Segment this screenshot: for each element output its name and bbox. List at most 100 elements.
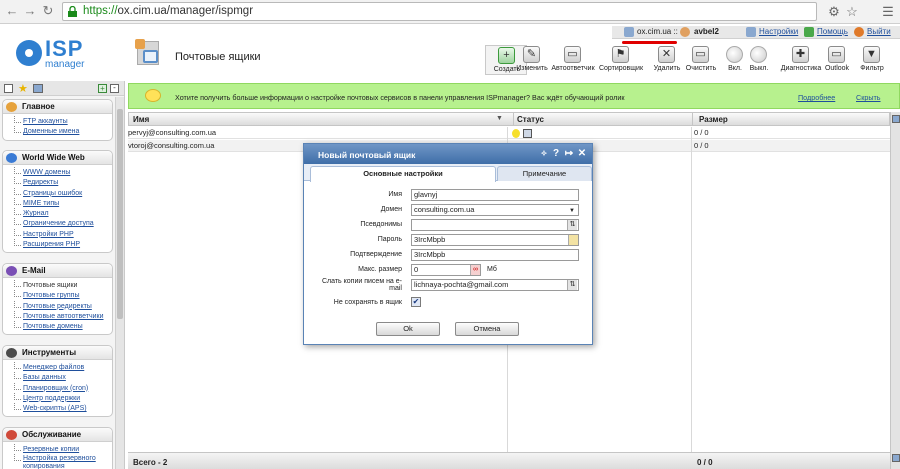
nosave-checkbox[interactable]: ✔ <box>411 297 421 307</box>
column-header-status[interactable]: Статус <box>517 115 544 124</box>
form-row-copy: Слать копии писем на e-mail lichnaya-poc… <box>304 278 592 295</box>
sidebar-group-tools: Инструменты Менеджер файлов Базы данных … <box>2 345 113 418</box>
expand-all-icon[interactable]: + <box>98 84 107 93</box>
settings-link[interactable]: Настройки <box>759 27 798 36</box>
document-icon <box>523 129 532 138</box>
folder-icon[interactable] <box>33 84 43 93</box>
filter-button[interactable]: Фильтр <box>851 45 893 75</box>
name-input[interactable]: glavnyj <box>411 189 579 201</box>
domain-select[interactable]: consulting.com.ua <box>411 204 579 216</box>
reload-icon[interactable]: ↻ <box>40 3 56 19</box>
total-count: Всего - 2 <box>133 458 168 467</box>
right-scrollbar[interactable] <box>890 112 900 469</box>
url-text: https://ox.cim.ua/manager/ispmgr <box>83 5 254 17</box>
sidebar-item-backup-settings[interactable]: Настройка резервного копирования <box>3 454 114 469</box>
infinity-icon[interactable]: ∞ <box>470 265 480 275</box>
logout-link[interactable]: Выйти <box>867 27 891 36</box>
sidebar-item-php-extensions[interactable]: Расширения PHP <box>3 239 112 250</box>
copy-email-input[interactable]: lichnaya-pochta@gmail.com <box>411 279 579 291</box>
list-icon[interactable] <box>4 84 13 93</box>
help-link[interactable]: Помощь <box>817 27 848 36</box>
autoresponder-button[interactable]: Автоответчик <box>551 45 595 75</box>
banner-hide-link[interactable]: Скрыть <box>856 93 881 102</box>
sidebar-item-web-scripts[interactable]: Web-скрипты (APS) <box>3 403 112 414</box>
user-icon <box>680 27 690 37</box>
logout-icon <box>854 27 864 37</box>
close-icon[interactable]: ✕ <box>576 147 588 160</box>
sidebar-group-header[interactable]: Главное <box>3 100 112 114</box>
password-input[interactable]: 3IrcMbpb <box>411 234 579 246</box>
sidebar-group-header[interactable]: World Wide Web <box>3 151 112 165</box>
pin-icon[interactable]: ✧ <box>538 147 550 160</box>
speech-bubble-icon <box>145 89 161 102</box>
copy-label-line1: Слать копии писем на e- <box>321 278 402 285</box>
dialog-title: Новый почтовый ящик <box>318 150 416 160</box>
dialog-tabs: Основные настройки Примечание <box>304 164 592 182</box>
back-arrow-icon[interactable]: ← <box>4 3 20 19</box>
dialog-header[interactable]: Новый почтовый ящик ✧ ? ↦ ✕ <box>304 144 592 164</box>
filter-icon <box>863 46 880 63</box>
confirm-input[interactable]: 3IrcMbpb <box>411 249 579 261</box>
sorter-button[interactable]: Сортировщик <box>599 45 643 75</box>
favorites-star-icon[interactable]: ★ <box>18 82 28 95</box>
column-header-size[interactable]: Размер <box>699 115 728 124</box>
lock-icon <box>68 6 77 17</box>
menu-icon[interactable]: ☰ <box>880 4 896 20</box>
sidebar-item-mail-domains[interactable]: Почтовые домены <box>3 321 112 332</box>
sidebar-scrollbar[interactable] <box>115 97 124 469</box>
sidebar-group-www: World Wide Web WWW домены Редиректы Стра… <box>2 150 113 254</box>
server-icon <box>624 27 634 37</box>
logo-subtitle: manager <box>45 59 85 70</box>
sidebar-group-maintenance: Обслуживание Резервные копии Настройка р… <box>2 427 113 469</box>
sidebar-group-main: Главное FTP аккаунты Доменные имена <box>2 99 113 141</box>
browser-toolbar: ← → ↻ https://ox.cim.ua/manager/ispmgr ⚙… <box>0 0 900 24</box>
banner-text: Хотите получить больше информации о наст… <box>175 93 625 102</box>
key-generate-icon[interactable] <box>568 235 578 245</box>
globe-icon <box>6 153 17 163</box>
form-row-aliases: Псевдонимы <box>304 219 592 233</box>
clear-icon <box>692 46 709 63</box>
name-label: Имя <box>388 191 402 198</box>
help-icon[interactable]: ? <box>550 147 562 160</box>
export-icon[interactable] <box>892 454 900 462</box>
nosave-label: Не сохранять в ящик <box>333 299 402 306</box>
aliases-input[interactable] <box>411 219 579 231</box>
page-title: Почтовые ящики <box>175 51 261 63</box>
home-icon <box>6 102 17 112</box>
sorter-icon <box>612 46 629 63</box>
form-row-confirm: Подтверждение 3IrcMbpb <box>304 249 592 263</box>
star-icon[interactable]: ☆ <box>844 4 860 20</box>
sidebar-group-header[interactable]: Инструменты <box>3 346 112 360</box>
sort-desc-icon[interactable]: ▼ <box>496 115 503 122</box>
maximize-icon[interactable]: ↦ <box>563 147 575 160</box>
bulb-on-icon <box>512 129 520 138</box>
total-size: 0 / 0 <box>697 458 713 467</box>
form-row-name: Имя glavnyj <box>304 189 592 203</box>
maxsize-value: 0 <box>414 265 419 274</box>
scrollbar-thumb[interactable] <box>117 109 123 319</box>
confirm-label: Подтверждение <box>350 251 402 258</box>
column-header-name[interactable]: Имя <box>133 115 149 124</box>
maxsize-input[interactable]: 0 ∞ <box>411 264 481 276</box>
sidebar-group-header[interactable]: E-Mail <box>3 264 112 278</box>
table-footer: Всего - 2 0 / 0 <box>128 452 890 469</box>
tab-main-settings[interactable]: Основные настройки <box>310 166 496 182</box>
sidebar-item-domain-names[interactable]: Доменные имена <box>3 126 112 137</box>
row-size: 0 / 0 <box>694 128 709 137</box>
pin-icon[interactable]: ⚙ <box>826 4 842 20</box>
columns-settings-icon[interactable] <box>892 115 900 123</box>
bulb-off-icon <box>750 46 767 63</box>
table-row[interactable]: pervyj@consulting.com.ua 0 / 0 <box>128 127 890 139</box>
row-name: vtoroj@consulting.com.ua <box>128 141 215 150</box>
ok-button[interactable]: Ok <box>376 322 440 336</box>
tab-note[interactable]: Примечание <box>497 166 592 181</box>
forward-arrow-icon[interactable]: → <box>22 3 38 19</box>
edit-icon <box>523 46 540 63</box>
address-bar[interactable]: https://ox.cim.ua/manager/ispmgr <box>62 2 817 21</box>
collapse-all-icon[interactable]: - <box>110 84 119 93</box>
sidebar-group-header[interactable]: Обслуживание <box>3 428 112 442</box>
banner-more-link[interactable]: Подробнее <box>798 93 835 102</box>
new-mailbox-dialog: Новый почтовый ящик ✧ ? ↦ ✕ Основные нас… <box>303 143 593 345</box>
cancel-button[interactable]: Отмена <box>455 322 519 336</box>
server-name: ox.cim.ua :: <box>637 27 678 36</box>
